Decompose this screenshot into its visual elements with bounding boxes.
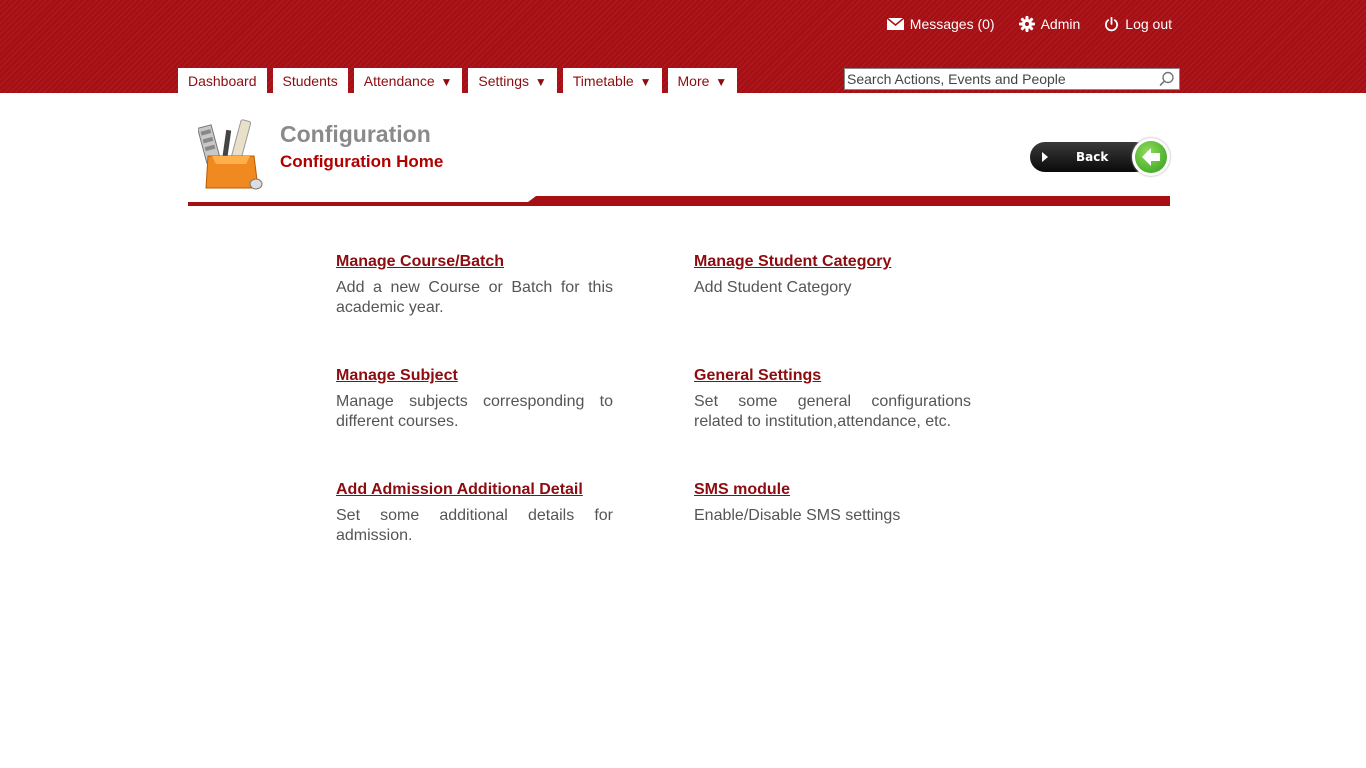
logout-link[interactable]: Log out [1104,16,1172,32]
nav-tab-timetable[interactable]: Timetable ▼ [562,68,662,93]
page-subtitle: Configuration Home [280,152,444,171]
item-add-admission-additional-detail: Add Admission Additional Detail Set some… [336,481,613,546]
admin-link[interactable]: Admin [1018,16,1081,32]
dropdown-caret-icon: ▼ [715,75,728,89]
admin-label: Admin [1040,16,1081,32]
page-header: Configuration Configuration Home Back [188,112,1170,208]
nav-tab-attendance[interactable]: Attendance ▼ [353,68,463,93]
dropdown-caret-icon: ▼ [534,75,547,89]
messages-label: Messages (0) [909,16,995,32]
nav-tab-label: More [677,73,710,89]
item-manage-course-batch: Manage Course/Batch Add a new Course or … [336,253,613,318]
manage-subject-link[interactable]: Manage Subject [336,367,458,385]
add-admission-additional-detail-link[interactable]: Add Admission Additional Detail [336,481,583,499]
search-icon[interactable] [1159,71,1175,87]
nav-tab-label: Timetable [572,73,634,89]
search-box [844,68,1180,90]
nav-tab-label: Attendance [363,73,435,89]
back-arrow-icon[interactable] [1132,138,1170,176]
item-description: Set some additional details for admissio… [336,507,613,544]
top-header: Messages (0) Admin Log out Dashboard Stu… [0,0,1366,93]
nav-tab-label: Settings [478,73,529,89]
arrow-left-icon [1142,148,1160,166]
item-description: Add Student Category [694,279,852,296]
main-nav: Dashboard Students Attendance ▼ Settings… [178,68,738,93]
back-arrow-circle [1135,141,1167,173]
nav-tab-more[interactable]: More ▼ [667,68,738,93]
configuration-toolbox-icon [198,119,263,190]
general-settings-link[interactable]: General Settings [694,367,821,385]
dropdown-caret-icon: ▼ [440,75,453,89]
nav-tab-students[interactable]: Students [272,68,348,93]
nav-tab-label: Students [282,73,338,89]
nav-tab-dashboard[interactable]: Dashboard [178,68,267,93]
play-icon [1042,152,1048,162]
logout-label: Log out [1125,16,1172,32]
messages-link[interactable]: Messages (0) [886,16,995,32]
envelope-icon [886,18,904,30]
item-manage-student-category: Manage Student Category Add Student Cate… [694,253,971,298]
item-sms-module: SMS module Enable/Disable SMS settings [694,481,971,526]
page-title: Configuration [280,121,431,147]
item-description: Add a new Course or Batch for this acade… [336,279,613,316]
nav-tab-label: Dashboard [188,73,257,89]
sms-module-link[interactable]: SMS module [694,481,790,499]
item-manage-subject: Manage Subject Manage subjects correspon… [336,367,613,432]
power-icon [1105,16,1119,31]
manage-course-batch-link[interactable]: Manage Course/Batch [336,253,504,271]
top-links: Messages (0) Admin Log out [886,16,1172,32]
dropdown-caret-icon: ▼ [639,75,652,89]
search-input[interactable] [845,69,1147,89]
item-general-settings: General Settings Set some general config… [694,367,971,432]
back-button-label: Back [1076,150,1109,164]
item-description: Manage subjects corresponding to differe… [336,393,613,430]
item-description: Enable/Disable SMS settings [694,507,901,524]
nav-tab-settings[interactable]: Settings ▼ [468,68,557,93]
gear-icon [1018,16,1035,32]
manage-student-category-link[interactable]: Manage Student Category [694,253,891,271]
header-divider [188,196,1170,206]
item-description: Set some general configurations related … [694,393,971,430]
